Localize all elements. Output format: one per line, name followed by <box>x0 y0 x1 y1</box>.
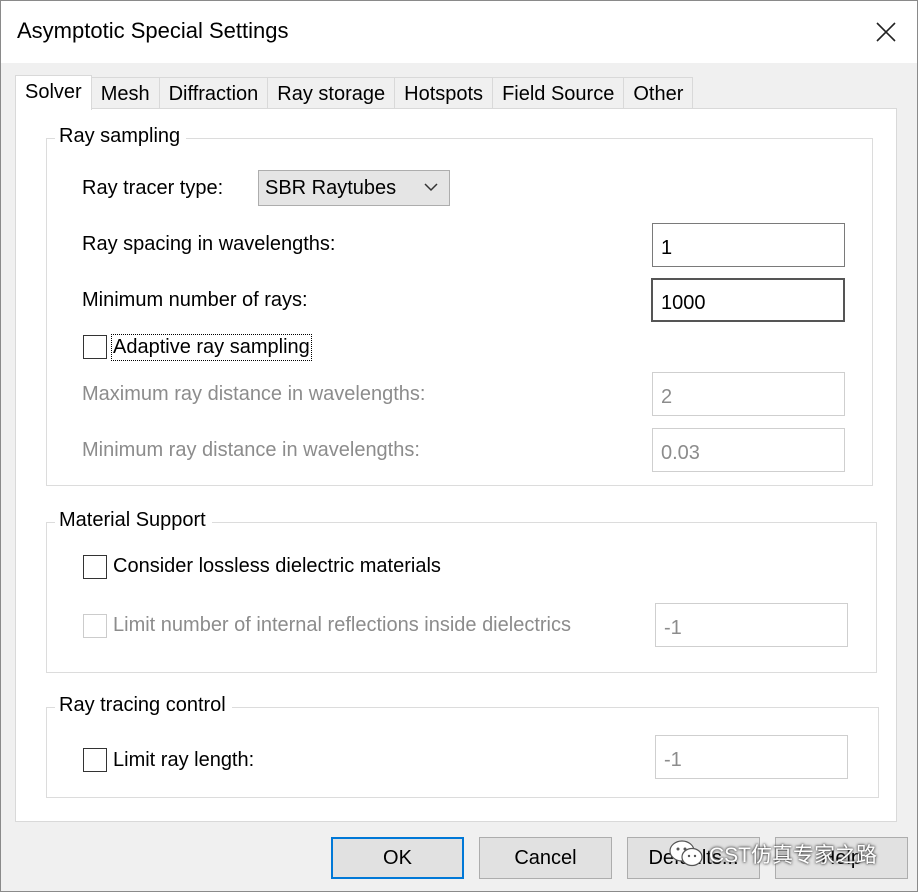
limit-ray-length-checkbox[interactable] <box>83 748 107 772</box>
min-ray-distance-input[interactable] <box>652 428 845 472</box>
ray-tracer-type-value: SBR Raytubes <box>265 177 397 199</box>
help-button[interactable]: Help <box>775 837 908 879</box>
adaptive-ray-sampling-checkbox[interactable] <box>83 335 107 359</box>
limit-ray-length-input[interactable] <box>655 735 848 779</box>
max-ray-distance-input[interactable] <box>652 372 845 416</box>
lossless-dielectric-label: Consider lossless dielectric materials <box>113 555 441 577</box>
material-support-group: Material Support <box>46 509 877 673</box>
limit-ray-length-label: Limit ray length: <box>113 749 255 771</box>
min-ray-distance-label: Minimum ray distance in wavelengths: <box>82 439 420 461</box>
max-ray-distance-label: Maximum ray distance in wavelengths: <box>82 383 426 405</box>
adaptive-ray-sampling-label[interactable]: Adaptive ray sampling <box>111 334 312 361</box>
limit-reflections-checkbox[interactable] <box>83 614 107 638</box>
tab-hotspots[interactable]: Hotspots <box>395 77 494 110</box>
tab-diffraction[interactable]: Diffraction <box>159 77 269 110</box>
tab-solver[interactable]: Solver <box>15 75 92 110</box>
ray-tracing-control-group-label: Ray tracing control <box>55 694 232 717</box>
window-title: Asymptotic Special Settings <box>17 18 289 43</box>
minimum-rays-input[interactable] <box>651 278 845 322</box>
tab-mesh[interactable]: Mesh <box>91 77 160 110</box>
limit-reflections-label: Limit number of internal reflections ins… <box>113 614 571 636</box>
ray-tracer-type-select[interactable]: SBR Raytubes <box>258 170 450 206</box>
lossless-dielectric-checkbox[interactable] <box>83 555 107 579</box>
ray-tracer-type-label: Ray tracer type: <box>82 177 224 199</box>
ray-sampling-group-label: Ray sampling <box>55 125 187 148</box>
ray-spacing-input[interactable] <box>652 223 845 267</box>
dialog-window: Asymptotic Special Settings Solver Mesh … <box>0 0 918 892</box>
cancel-button[interactable]: Cancel <box>479 837 612 879</box>
tab-field-source[interactable]: Field Source <box>493 77 625 110</box>
close-button[interactable] <box>869 15 903 49</box>
chevron-down-icon <box>424 183 438 192</box>
tab-other[interactable]: Other <box>624 77 694 110</box>
material-support-group-label: Material Support <box>55 509 212 532</box>
tab-ray-storage[interactable]: Ray storage <box>268 77 396 110</box>
close-icon <box>876 22 896 42</box>
title-bar: Asymptotic Special Settings <box>1 1 917 63</box>
defaults-button[interactable]: Defaults... <box>627 837 760 879</box>
limit-reflections-input[interactable] <box>655 603 848 647</box>
ok-button[interactable]: OK <box>331 837 464 879</box>
tab-bar: Solver Mesh Diffraction Ray storage Hots… <box>15 75 694 110</box>
solver-tab-panel: Ray sampling Ray tracer type: SBR Raytub… <box>15 108 897 822</box>
ray-spacing-label: Ray spacing in wavelengths: <box>82 233 336 255</box>
minimum-rays-label: Minimum number of rays: <box>82 289 308 311</box>
